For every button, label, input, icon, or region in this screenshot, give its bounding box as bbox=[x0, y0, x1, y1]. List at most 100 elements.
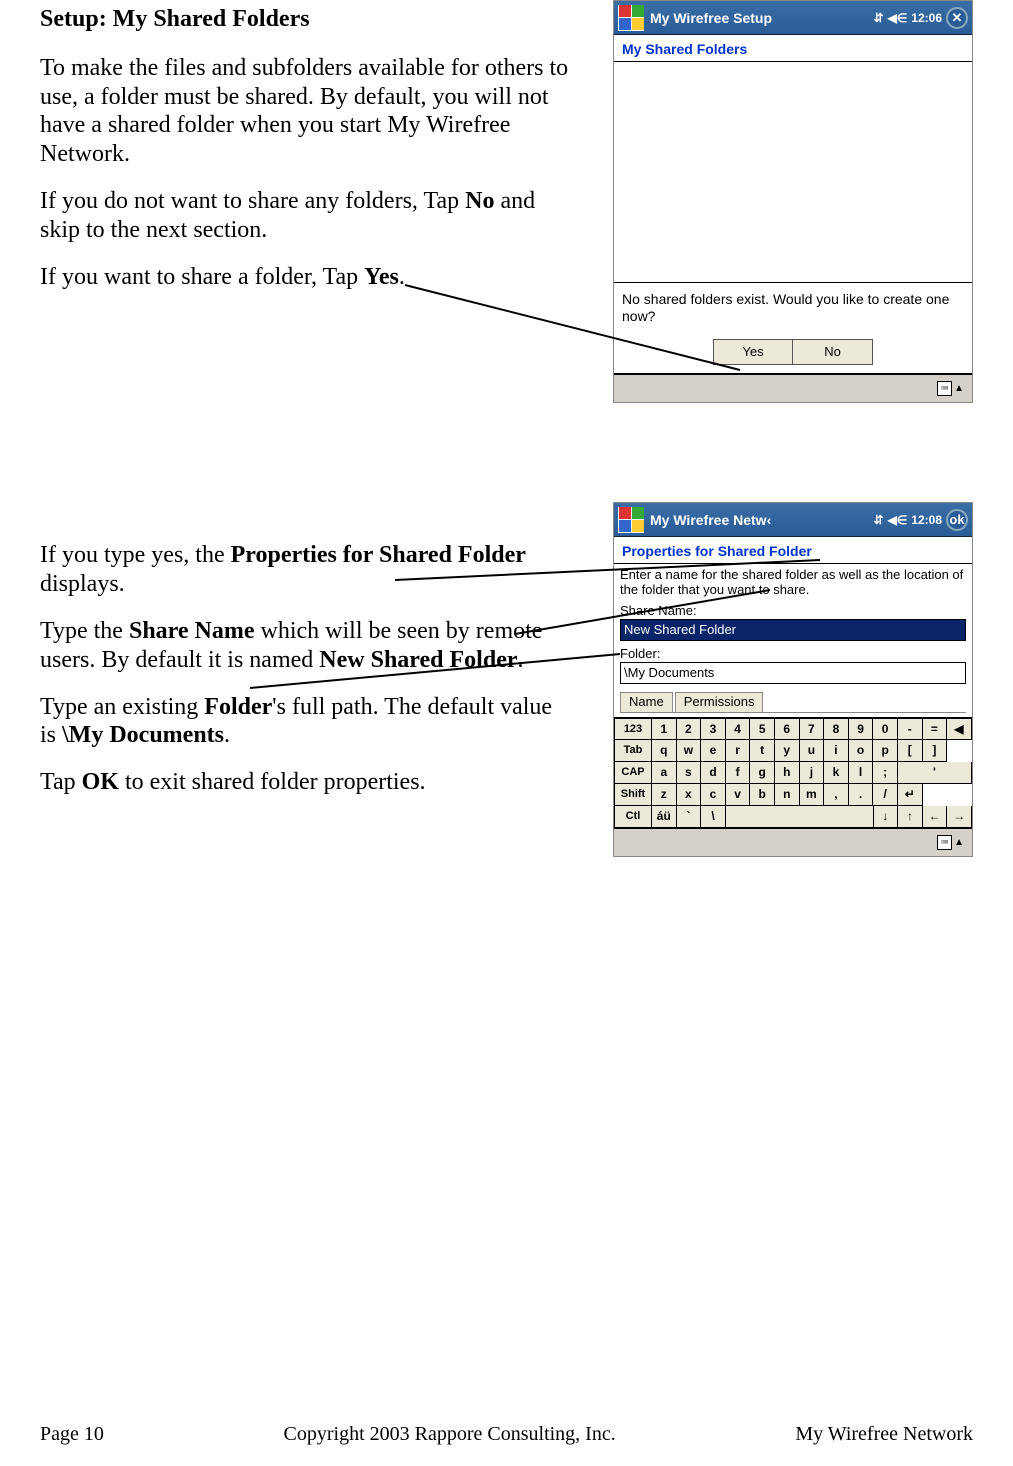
key[interactable]: z bbox=[652, 784, 677, 806]
ok-button[interactable]: ok bbox=[946, 509, 968, 531]
page-heading: Setup: My Shared Folders bbox=[40, 5, 570, 34]
ok-label: OK bbox=[82, 769, 119, 795]
key[interactable]: i bbox=[824, 740, 849, 762]
connectivity-icon: ⇵ bbox=[874, 513, 884, 527]
key[interactable]: ' bbox=[898, 762, 972, 784]
key[interactable]: / bbox=[873, 784, 898, 806]
no-share-para: If you do not want to share any folders,… bbox=[40, 187, 570, 245]
key[interactable]: Tab bbox=[614, 740, 652, 762]
key[interactable]: k bbox=[824, 762, 849, 784]
key[interactable]: m bbox=[800, 784, 825, 806]
text: displays. bbox=[40, 571, 125, 597]
ok-para: Tap OK to exit shared folder properties. bbox=[40, 768, 570, 797]
close-button[interactable]: ✕ bbox=[946, 7, 968, 29]
folder-path-para: Type an existing Folder's full path. The… bbox=[40, 693, 570, 751]
share-name-label: Share Name bbox=[129, 618, 255, 644]
key[interactable]: r bbox=[726, 740, 751, 762]
key[interactable]: d bbox=[701, 762, 726, 784]
key[interactable]: ` bbox=[677, 806, 702, 828]
key[interactable]: 4 bbox=[726, 718, 751, 740]
key[interactable]: e bbox=[701, 740, 726, 762]
key[interactable]: ; bbox=[873, 762, 898, 784]
text: If you type yes, the bbox=[40, 542, 231, 568]
key[interactable]: c bbox=[701, 784, 726, 806]
key[interactable]: Ctl bbox=[614, 806, 652, 828]
key[interactable]: y bbox=[775, 740, 800, 762]
key[interactable]: = bbox=[923, 718, 948, 740]
yes-label: Yes bbox=[364, 264, 399, 290]
key[interactable]: b bbox=[750, 784, 775, 806]
key[interactable]: v bbox=[726, 784, 751, 806]
tab-name[interactable]: Name bbox=[620, 692, 673, 712]
key[interactable]: 123 bbox=[614, 718, 652, 740]
key[interactable]: 7 bbox=[800, 718, 825, 740]
key[interactable]: 1 bbox=[652, 718, 677, 740]
tab-row: Name Permissions bbox=[620, 692, 966, 713]
keyboard-icon[interactable]: ⌨ bbox=[937, 835, 952, 850]
key[interactable]: ↓ bbox=[874, 806, 899, 828]
key[interactable]: 5 bbox=[750, 718, 775, 740]
footer-page: Page 10 bbox=[40, 1423, 104, 1446]
dialog-message: No shared folders exist. Would you like … bbox=[614, 283, 972, 333]
keyboard-icon[interactable]: ⌨ bbox=[937, 381, 952, 396]
text: If you do not want to share any folders,… bbox=[40, 188, 465, 214]
up-arrow-icon[interactable]: ▲ bbox=[954, 383, 964, 394]
key[interactable]: h bbox=[775, 762, 800, 784]
key[interactable]: ↑ bbox=[898, 806, 923, 828]
key[interactable]: CAP bbox=[614, 762, 652, 784]
key[interactable]: Shift bbox=[614, 784, 652, 806]
key[interactable]: w bbox=[677, 740, 702, 762]
key[interactable]: ] bbox=[923, 740, 948, 762]
folder-label: Folder bbox=[204, 694, 272, 720]
key[interactable]: 0 bbox=[873, 718, 898, 740]
sip-bar: ⌨▲ bbox=[614, 828, 972, 856]
key[interactable]: j bbox=[800, 762, 825, 784]
key[interactable]: 6 bbox=[775, 718, 800, 740]
key[interactable]: t bbox=[750, 740, 775, 762]
key[interactable]: ← bbox=[923, 806, 948, 828]
key[interactable]: 3 bbox=[701, 718, 726, 740]
key[interactable]: p bbox=[873, 740, 898, 762]
key[interactable]: x bbox=[677, 784, 702, 806]
yes-button[interactable]: Yes bbox=[713, 339, 793, 365]
up-arrow-icon[interactable]: ▲ bbox=[954, 837, 964, 848]
yes-share-para: If you want to share a folder, Tap Yes. bbox=[40, 263, 570, 292]
screen-subtitle: My Shared Folders bbox=[614, 35, 972, 62]
tab-permissions[interactable]: Permissions bbox=[675, 692, 764, 712]
speaker-icon: ◀∈ bbox=[888, 513, 908, 527]
onscreen-keyboard[interactable]: 1231234567890-=◀ Tabqwertyuiop[] CAPasdf… bbox=[614, 717, 972, 828]
connectivity-icon: ⇵ bbox=[874, 11, 884, 25]
key[interactable]: s bbox=[677, 762, 702, 784]
key[interactable]: o bbox=[849, 740, 874, 762]
key[interactable]: n bbox=[775, 784, 800, 806]
key[interactable]: ↵ bbox=[898, 784, 923, 806]
key[interactable]: a bbox=[652, 762, 677, 784]
key[interactable]: 2 bbox=[677, 718, 702, 740]
key[interactable]: áü bbox=[652, 806, 677, 828]
key[interactable]: ◀ bbox=[947, 718, 972, 740]
key[interactable]: 9 bbox=[849, 718, 874, 740]
key[interactable]: - bbox=[898, 718, 923, 740]
key[interactable]: 8 bbox=[824, 718, 849, 740]
key[interactable]: . bbox=[849, 784, 874, 806]
key[interactable]: u bbox=[800, 740, 825, 762]
key[interactable]: f bbox=[726, 762, 751, 784]
key[interactable] bbox=[726, 806, 874, 828]
footer-product: My Wirefree Network bbox=[795, 1423, 973, 1446]
text: Type the bbox=[40, 618, 129, 644]
text: to exit shared folder properties. bbox=[119, 769, 426, 795]
key[interactable]: q bbox=[652, 740, 677, 762]
clock: 12:06 bbox=[911, 11, 942, 25]
key[interactable]: → bbox=[947, 806, 972, 828]
key[interactable]: l bbox=[849, 762, 874, 784]
properties-para: If you type yes, the Properties for Shar… bbox=[40, 541, 570, 599]
key[interactable]: , bbox=[824, 784, 849, 806]
properties-label: Properties for Shared Folder bbox=[231, 542, 526, 568]
share-name-input[interactable] bbox=[620, 619, 966, 641]
folder-input[interactable] bbox=[620, 662, 966, 684]
key[interactable]: [ bbox=[898, 740, 923, 762]
folder-label: Folder: bbox=[620, 647, 966, 662]
key[interactable]: g bbox=[750, 762, 775, 784]
key[interactable]: \ bbox=[701, 806, 726, 828]
no-button[interactable]: No bbox=[793, 339, 873, 365]
